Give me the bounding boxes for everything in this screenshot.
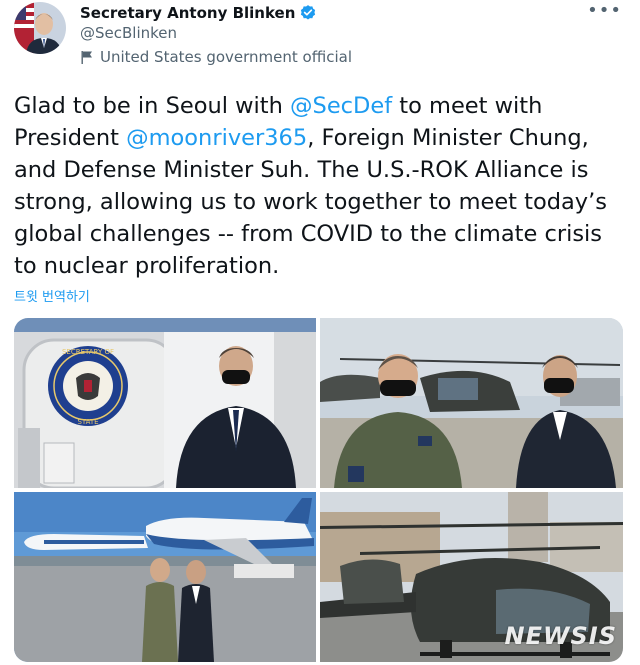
author-name-row[interactable]: Secretary Antony Blinken — [80, 4, 317, 22]
newsis-watermark: NEWSIS — [504, 622, 617, 650]
author-display-name[interactable]: Secretary Antony Blinken — [80, 4, 295, 22]
photo-airplane-tarmac[interactable] — [14, 492, 316, 662]
media-grid: SECRETARY OF STATE NEWSIS — [14, 318, 623, 662]
verified-badge-icon — [301, 5, 316, 20]
flag-icon — [81, 51, 92, 64]
mention-moonriver365-link[interactable]: @moonriver365 — [126, 125, 307, 151]
seal-text-bottom: STATE — [77, 418, 98, 426]
government-label-text: United States government official — [100, 48, 353, 66]
photo-black-hawks[interactable]: NEWSIS — [320, 492, 623, 662]
translate-tweet-link[interactable]: 트윗 번역하기 — [14, 286, 90, 305]
more-options-icon[interactable]: ••• — [587, 0, 622, 21]
photo-plane-door[interactable]: SECRETARY OF STATE — [14, 318, 316, 488]
mention-secdef-link[interactable]: @SecDef — [290, 93, 392, 119]
author-handle[interactable]: @SecBlinken — [80, 24, 177, 42]
photo-helicopter-meeting[interactable] — [320, 318, 623, 488]
seal-text-top: SECRETARY OF — [62, 348, 114, 356]
avatar[interactable] — [14, 2, 66, 54]
tweet-text: Glad to be in Seoul with @SecDef to meet… — [14, 90, 624, 282]
government-label: United States government official — [80, 48, 352, 66]
tweet-text-segment: Glad to be in Seoul with — [14, 93, 291, 119]
